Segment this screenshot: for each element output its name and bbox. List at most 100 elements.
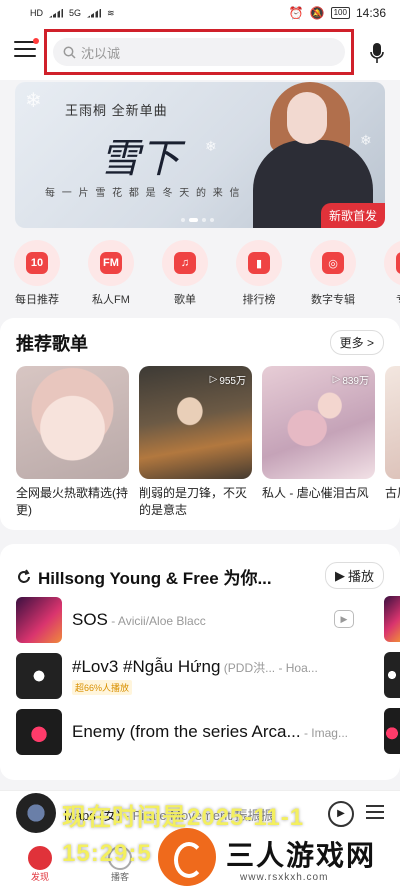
section-title: Hillsong Young & Free 为你... bbox=[38, 569, 272, 588]
song-name: Enemy (from the series Arca... bbox=[72, 722, 301, 741]
play-icon: ▶ bbox=[334, 567, 345, 583]
carousel-dots bbox=[181, 218, 214, 222]
playlist-cover bbox=[385, 366, 400, 479]
shortcut-label: 排行榜 bbox=[242, 294, 276, 306]
radio-icon: FM bbox=[100, 252, 122, 274]
snowflake-icon: ❄ bbox=[25, 90, 42, 112]
playlist-cards: 全网最火热歌精选(持更) ▷ 955万 削弱的是刀锋，不灭的是意志 ▷ 839万 私… bbox=[16, 366, 400, 519]
playlist-cover bbox=[16, 366, 129, 479]
play-count-value: 839万 bbox=[342, 376, 369, 387]
play-count: ▷ 955万 bbox=[210, 372, 246, 387]
watermark-site-name: 三人游戏网 bbox=[226, 840, 377, 871]
microphone-icon[interactable] bbox=[370, 42, 384, 64]
shortcut-circle: 10 bbox=[14, 240, 60, 286]
song-cover bbox=[16, 709, 62, 755]
discover-icon bbox=[28, 846, 52, 870]
alarm-icon: ⏰ bbox=[288, 6, 304, 20]
signal-icon-2 bbox=[87, 8, 102, 18]
refresh-icon[interactable] bbox=[16, 568, 32, 585]
battery-icon: 100 bbox=[330, 7, 350, 19]
shortcut-circle: ▮ bbox=[236, 240, 282, 286]
play-count-icon: ▷ bbox=[332, 374, 341, 385]
mute-icon: 🔕 bbox=[309, 6, 325, 20]
hd-badge: HD bbox=[30, 8, 43, 18]
mv-play-icon[interactable]: ▶ bbox=[334, 610, 354, 628]
carousel-dot bbox=[202, 218, 206, 222]
shortcut-circle: ✦ bbox=[384, 240, 400, 286]
song-artist: (PDD洪... - Hoa... bbox=[220, 660, 318, 675]
play-count-icon: ▷ bbox=[209, 374, 218, 385]
song-row[interactable]: Enemy (from the series Arca... - Imag... bbox=[16, 708, 400, 756]
carousel-dot-active bbox=[189, 218, 198, 222]
shortcut-row: 10 每日推荐 FM 私人FM ♫ 歌单 ▮ 排行榜 ◎ 数字专辑 ✦ 专访 bbox=[0, 240, 400, 310]
banner-tag: 新歌首发 bbox=[320, 203, 385, 228]
banner-subtitle: 每 一 片 雪 花 都 是 冬 天 的 来 信 bbox=[45, 188, 242, 199]
shortcut-label: 歌单 bbox=[174, 294, 196, 306]
shortcut-label: 数字专辑 bbox=[311, 294, 355, 306]
playlist-card[interactable]: ▷ 839万 私人 - 虐心催泪古风 bbox=[262, 366, 375, 519]
shortcut-circle: ◎ bbox=[310, 240, 356, 286]
song-name: SOS bbox=[72, 610, 108, 629]
shortcut-daily-recommend[interactable]: 10 每日推荐 bbox=[0, 240, 74, 310]
more-button[interactable]: 更多 > bbox=[329, 330, 384, 355]
playlist-title: 私人 - 虐心催泪古风 bbox=[262, 486, 369, 500]
section-header[interactable]: Hillsong Young & Free 为你... bbox=[16, 564, 272, 589]
menu-button[interactable] bbox=[14, 38, 39, 61]
playlist-title: 削弱的是刀锋，不灭的是意志 bbox=[139, 486, 248, 517]
play-all-label: 播放 bbox=[347, 569, 374, 584]
recommended-playlists-section: 推荐歌单 更多 > 全网最火热歌精选(持更) ▷ 955万 削弱的是刀锋，不灭的是… bbox=[0, 318, 400, 530]
carousel-dot bbox=[210, 218, 214, 222]
clock: 14:36 bbox=[355, 6, 386, 20]
song-row[interactable]: #Lov3 #Ngẫu Hứng (PDD洪... - Hoa... 超66%人… bbox=[16, 652, 400, 700]
banner-title: 王雨桐 全新单曲 bbox=[65, 103, 168, 118]
song-cover bbox=[16, 653, 62, 699]
shortcut-playlists[interactable]: ♫ 歌单 bbox=[148, 240, 222, 310]
song-artist: - Imag... bbox=[300, 726, 348, 740]
search-placeholder: 沈以诚 bbox=[81, 45, 121, 61]
playlist-icon: ♫ bbox=[174, 252, 196, 274]
playlist-title: 古风的 bbox=[385, 486, 400, 500]
artist-songs-section: Hillsong Young & Free 为你... ▶ 播放 SOS - A… bbox=[0, 544, 400, 780]
status-bar: HD 5G ≋ ⏰ 🔕 100 14:36 bbox=[0, 0, 400, 26]
promo-banner[interactable]: ❄ ❄ ❄ 王雨桐 全新单曲 雪下 每 一 片 雪 花 都 是 冬 天 的 来 … bbox=[15, 82, 385, 228]
shortcut-charts[interactable]: ▮ 排行榜 bbox=[222, 240, 296, 310]
song-info: SOS - Avicii/Aloe Blacc bbox=[72, 610, 362, 630]
shortcut-circle: FM bbox=[88, 240, 134, 286]
playlist-cover: ▷ 839万 bbox=[262, 366, 375, 479]
snowflake-icon: ❄ bbox=[205, 138, 217, 154]
song-cover bbox=[16, 597, 62, 643]
play-count: ▷ 839万 bbox=[333, 372, 369, 387]
watermark-logo-icon bbox=[158, 828, 216, 886]
search-icon bbox=[63, 46, 76, 59]
shortcut-interview[interactable]: ✦ 专访 bbox=[370, 240, 400, 310]
shortcut-digital-album[interactable]: ◎ 数字专辑 bbox=[296, 240, 370, 310]
status-right: ⏰ 🔕 100 14:36 bbox=[289, 6, 386, 20]
shortcut-label: 专访 bbox=[396, 291, 400, 307]
wifi-icon: ≋ bbox=[107, 7, 115, 18]
song-cover-peek bbox=[384, 708, 400, 754]
playlist-card[interactable]: 全网最火热歌精选(持更) bbox=[16, 366, 129, 519]
chart-icon: ▮ bbox=[248, 252, 270, 274]
singer-face bbox=[287, 92, 327, 144]
play-count-value: 955万 bbox=[219, 376, 246, 387]
shortcut-label: 私人FM bbox=[92, 294, 130, 306]
song-name: #Lov3 #Ngẫu Hứng bbox=[72, 656, 221, 676]
search-input[interactable]: 沈以诚 bbox=[53, 38, 345, 66]
playlist-card[interactable]: ▷ 955万 削弱的是刀锋，不灭的是意志 bbox=[139, 366, 252, 519]
watermark-box: 三人游戏网 www.rsxkxh.com bbox=[210, 832, 400, 888]
song-row[interactable]: SOS - Avicii/Aloe Blacc ▶ bbox=[16, 596, 400, 644]
star-icon: ✦ bbox=[396, 252, 400, 274]
status-left: HD 5G ≋ bbox=[30, 8, 115, 19]
calendar-icon: 10 bbox=[26, 252, 48, 274]
shortcut-private-fm[interactable]: FM 私人FM bbox=[74, 240, 148, 310]
popularity-badge: 超66%人播放 bbox=[72, 679, 133, 695]
album-icon: ◎ bbox=[322, 252, 344, 274]
play-all-button[interactable]: ▶ 播放 bbox=[324, 562, 384, 589]
signal-icon bbox=[49, 8, 63, 18]
search-highlight-box: 沈以诚 bbox=[44, 29, 354, 75]
section-title: 推荐歌单 bbox=[16, 334, 88, 354]
shortcut-label: 每日推荐 bbox=[15, 294, 59, 306]
tab-label: 发现 bbox=[30, 872, 49, 882]
playlist-card[interactable]: 古风的 bbox=[385, 366, 400, 519]
carousel-dot bbox=[181, 218, 185, 222]
